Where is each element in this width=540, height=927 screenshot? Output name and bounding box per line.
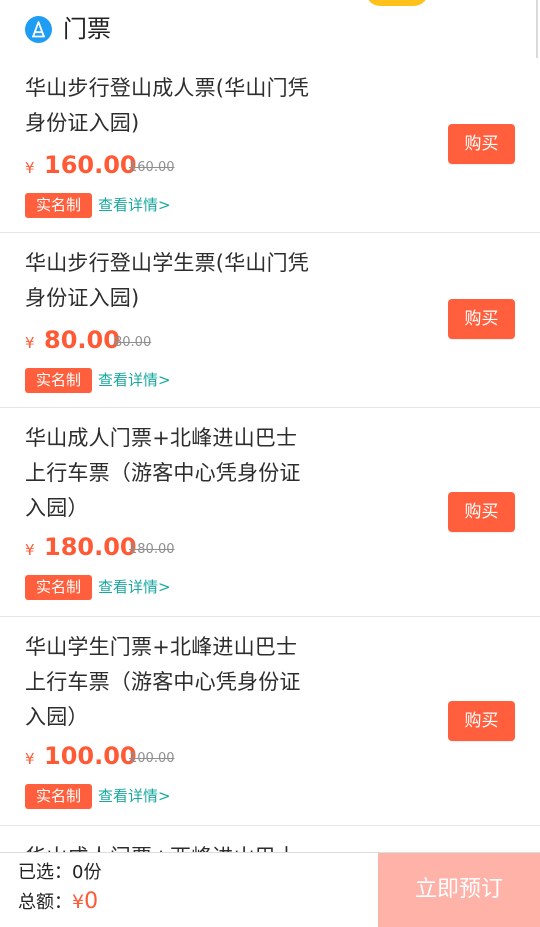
ticket-item: 华山步行登山成人票(华山门凭身份证入园) ¥ 160.00 160.00 实名制… bbox=[0, 58, 540, 233]
selected-count: 已选：0份 bbox=[18, 861, 101, 885]
original-price: 180.00 bbox=[129, 542, 175, 557]
real-name-tag: 实名制 bbox=[25, 575, 92, 600]
price-row: ¥ 100.00 100.00 bbox=[25, 741, 175, 771]
currency-symbol: ¥ bbox=[25, 541, 35, 559]
buy-button[interactable]: 购买 bbox=[448, 701, 515, 741]
currency-symbol: ¥ bbox=[25, 750, 35, 768]
ticket-list: 华山步行登山成人票(华山门凭身份证入园) ¥ 160.00 160.00 实名制… bbox=[0, 58, 540, 866]
ticket-item: 华山步行登山学生票(华山门凭身份证入园) ¥ 80.00 80.00 实名制 查… bbox=[0, 233, 540, 408]
real-name-tag: 实名制 bbox=[25, 784, 92, 809]
currency-symbol: ¥ bbox=[25, 159, 35, 177]
original-price: 80.00 bbox=[114, 335, 152, 350]
ticket-price: 100.00 bbox=[44, 742, 137, 770]
total-value: 0 bbox=[84, 889, 99, 914]
buy-button[interactable]: 购买 bbox=[448, 299, 515, 339]
total-label: 总额： bbox=[18, 892, 72, 913]
scrollbar[interactable] bbox=[536, 0, 538, 64]
real-name-tag: 实名制 bbox=[25, 368, 92, 393]
ticket-item: 华山学生门票+北峰进山巴士上行车票（游客中心凭身份证入园） ¥ 100.00 1… bbox=[0, 617, 540, 826]
ticket-name: 华山成人门票+北峰进山巴士上行车票（游客中心凭身份证入园） bbox=[25, 426, 301, 520]
view-details-link[interactable]: 查看详情> bbox=[98, 193, 171, 218]
ticket-item: 华山成人门票+北峰进山巴士上行车票（游客中心凭身份证入园） ¥ 180.00 1… bbox=[0, 408, 540, 617]
section-header: 门票 bbox=[0, 0, 540, 64]
ticket-name: 华山学生门票+北峰进山巴士上行车票（游客中心凭身份证入园） bbox=[25, 635, 301, 729]
ticket-name: 华山步行登山学生票(华山门凭身份证入园) bbox=[25, 251, 309, 310]
original-price: 100.00 bbox=[129, 751, 175, 766]
view-details-link[interactable]: 查看详情> bbox=[98, 368, 171, 393]
section-title: 门票 bbox=[63, 15, 111, 43]
ticket-price: 160.00 bbox=[44, 151, 137, 179]
total-amount: 总额：¥0 bbox=[18, 889, 98, 916]
ticket-name: 华山步行登山成人票(华山门凭身份证入园) bbox=[25, 76, 309, 135]
booking-footer: 已选：0份 总额：¥0 立即预订 bbox=[0, 852, 540, 927]
ticket-price: 180.00 bbox=[44, 533, 137, 561]
view-details-link[interactable]: 查看详情> bbox=[98, 784, 171, 809]
ticket-category-icon bbox=[25, 16, 52, 43]
selected-value: 0份 bbox=[72, 862, 102, 883]
ticket-price: 80.00 bbox=[44, 326, 120, 354]
buy-button[interactable]: 购买 bbox=[448, 492, 515, 532]
total-currency: ¥ bbox=[72, 891, 85, 913]
price-row: ¥ 80.00 80.00 bbox=[25, 325, 165, 355]
book-now-button[interactable]: 立即预订 bbox=[378, 853, 540, 927]
price-row: ¥ 160.00 160.00 bbox=[25, 150, 175, 180]
price-row: ¥ 180.00 180.00 bbox=[25, 532, 175, 562]
original-price: 160.00 bbox=[129, 160, 175, 175]
currency-symbol: ¥ bbox=[25, 334, 35, 352]
view-details-link[interactable]: 查看详情> bbox=[98, 575, 171, 600]
buy-button[interactable]: 购买 bbox=[448, 124, 515, 164]
top-highlight-badge bbox=[366, 0, 428, 6]
selected-label: 已选： bbox=[18, 862, 72, 883]
real-name-tag: 实名制 bbox=[25, 193, 92, 218]
